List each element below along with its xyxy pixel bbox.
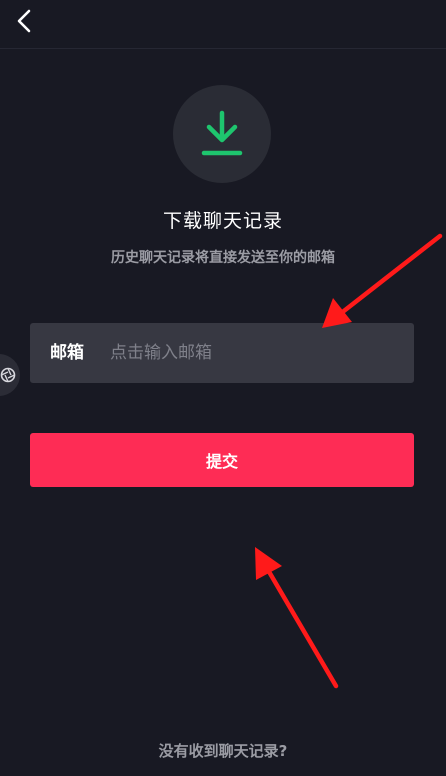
no-record-help-link[interactable]: 没有收到聊天记录? xyxy=(0,740,446,761)
aperture-icon[interactable] xyxy=(0,367,16,383)
floating-side-button[interactable] xyxy=(0,354,20,396)
download-icon xyxy=(201,110,243,156)
email-label: 邮箱 xyxy=(50,343,84,363)
page-title: 下载聊天记录 xyxy=(162,210,283,232)
page-subtitle: 历史聊天记录将直接发送至你的邮箱 xyxy=(111,250,335,266)
annotation-arrow-bottom xyxy=(255,547,339,689)
submit-button[interactable]: 提交 xyxy=(30,433,414,487)
top-bar xyxy=(0,0,446,49)
email-field-row: 邮箱 xyxy=(30,323,414,383)
chevron-left-icon[interactable] xyxy=(16,8,32,34)
download-icon-badge xyxy=(173,85,271,183)
back-button[interactable] xyxy=(10,6,38,36)
email-input[interactable] xyxy=(110,323,400,383)
